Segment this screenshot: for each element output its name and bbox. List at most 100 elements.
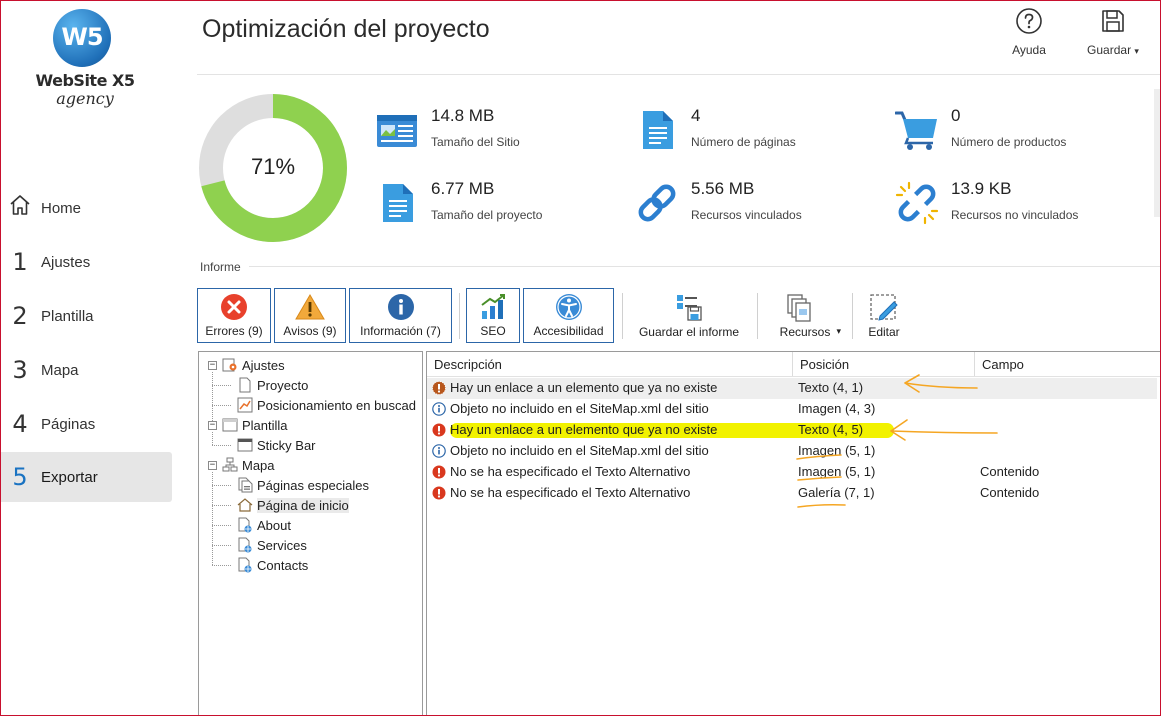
- toolbar-separator: [459, 293, 460, 339]
- tree-node-about[interactable]: About: [237, 515, 291, 535]
- warnings-filter-button[interactable]: Avisos (9): [274, 288, 346, 343]
- annotation-underline: [796, 454, 842, 460]
- sidebar-item-label: Exportar: [41, 468, 98, 486]
- sidebar-item-plantilla[interactable]: 2 Plantilla: [1, 291, 172, 341]
- tree-node-label: Ajustes: [242, 357, 285, 373]
- error-icon: [221, 294, 247, 320]
- save-label: Guardar ▾: [1087, 43, 1139, 57]
- tree-expander-plantilla[interactable]: −: [208, 421, 217, 430]
- broken-link-icon: [895, 181, 939, 225]
- accessibility-filter-button[interactable]: Accesibilidad: [523, 288, 614, 343]
- sidebar-item-mapa[interactable]: 3 Mapa: [1, 345, 172, 395]
- stat-value: 5.56 MB: [691, 179, 755, 198]
- tree-node-plantilla[interactable]: Plantilla: [222, 415, 288, 435]
- tree-expander-mapa[interactable]: −: [208, 461, 217, 470]
- chevron-down-icon[interactable]: ▾: [836, 326, 841, 337]
- tree-node-label: Mapa: [242, 457, 275, 473]
- tree-connector: [212, 372, 213, 425]
- edit-icon: [870, 294, 898, 321]
- tree-node-label: Services: [257, 537, 307, 553]
- page-title: Optimización del proyecto: [202, 15, 490, 43]
- logo-badge: W5: [53, 9, 111, 67]
- seo-filter-button[interactable]: SEO: [466, 288, 520, 343]
- sidebar: W5 WebSite X5 agency Home 1 Ajustes 2 Pl…: [1, 1, 191, 715]
- tree-node-sticky-bar[interactable]: Sticky Bar: [237, 435, 316, 455]
- step-number: 4: [12, 410, 28, 438]
- save-report-button[interactable]: Guardar el informe: [633, 290, 745, 343]
- step-number: 5: [12, 463, 28, 491]
- sidebar-item-label: Ajustes: [41, 253, 91, 271]
- report-section-divider: [249, 266, 1160, 267]
- special-pages-node-icon: [238, 477, 253, 493]
- settings-node-icon: [222, 358, 237, 372]
- stat-caption: Tamaño del proyecto: [431, 208, 543, 222]
- stat-caption: Recursos no vinculados: [951, 208, 1079, 222]
- sidebar-item-paginas[interactable]: 4 Páginas: [1, 399, 172, 449]
- sidebar-item-ajustes[interactable]: 1 Ajustes: [1, 237, 172, 287]
- sidebar-item-exportar[interactable]: 5 Exportar: [1, 452, 172, 502]
- tree-connector: [212, 485, 231, 486]
- chevron-down-icon: ▾: [1134, 46, 1139, 56]
- seo-filter-label: SEO: [480, 324, 506, 338]
- errors-filter-label: Errores (9): [205, 324, 263, 338]
- document-node-icon: [239, 377, 251, 393]
- tree-connector: [212, 525, 231, 526]
- tree-node-proyecto[interactable]: Proyecto: [237, 375, 308, 395]
- stat-value: 6.77 MB: [431, 179, 495, 198]
- sidebar-item-label: Mapa: [41, 361, 79, 379]
- project-file-icon: [383, 184, 413, 222]
- logo-mark: W5: [61, 23, 103, 51]
- accessibility-filter-label: Accesibilidad: [533, 324, 604, 338]
- edit-label: Editar: [868, 325, 900, 339]
- sidebar-item-home[interactable]: Home: [1, 183, 172, 233]
- report-section-label: Informe: [200, 260, 241, 274]
- tree-node-pagina-de-inicio[interactable]: Página de inicio: [237, 495, 349, 515]
- tree-node-posicionamiento[interactable]: Posicionamiento en buscad: [237, 395, 416, 415]
- save-report-label: Guardar el informe: [638, 325, 740, 339]
- sidebar-item-label: Páginas: [41, 415, 96, 433]
- tree-connector: [212, 385, 231, 386]
- tree-connector: [212, 432, 213, 445]
- tree-node-label: About: [257, 517, 291, 533]
- pages-icon: [643, 111, 673, 149]
- tree-node-contacts[interactable]: Contacts: [237, 555, 308, 575]
- tree-connector: [212, 445, 231, 446]
- toolbar-separator: [622, 293, 623, 339]
- save-button[interactable]: Guardar ▾: [1081, 7, 1145, 57]
- step-number: 3: [12, 356, 28, 384]
- step-number: 2: [12, 302, 28, 330]
- stat-value: 0: [951, 106, 961, 125]
- sidebar-item-label: Plantilla: [41, 307, 94, 325]
- tree-node-services[interactable]: Services: [237, 535, 307, 555]
- help-button[interactable]: Ayuda: [997, 7, 1061, 57]
- save-icon: [1102, 10, 1124, 32]
- step-number: 1: [12, 248, 28, 276]
- tree-node-label: Proyecto: [257, 377, 309, 393]
- sidebar-item-label: Home: [41, 199, 82, 217]
- toolbar-separator: [852, 293, 853, 339]
- save-report-icon: [677, 295, 702, 321]
- report-tree[interactable]: − Ajustes Proyecto Posicionamiento en bu…: [198, 351, 423, 715]
- resources-button[interactable]: Recursos ▾: [765, 290, 845, 343]
- stat-value: 13.9 KB: [951, 179, 1012, 198]
- errors-filter-button[interactable]: Errores (9): [197, 288, 271, 343]
- edit-button[interactable]: Editar: [859, 290, 909, 343]
- tree-node-paginas-especiales[interactable]: Páginas especiales: [237, 475, 369, 495]
- site-size-icon: [377, 115, 417, 147]
- stat-value: 14.8 MB: [431, 106, 495, 125]
- report-table[interactable]: Descripción Posición Campo Hay un enlace…: [426, 351, 1160, 715]
- optimization-score: 71%: [250, 154, 296, 179]
- link-icon: [638, 184, 676, 222]
- stat-value: 4: [691, 106, 701, 125]
- home-icon: [5, 193, 35, 223]
- stats-scrollbar[interactable]: [1154, 89, 1160, 217]
- tree-node-mapa[interactable]: Mapa: [222, 455, 275, 475]
- resources-icon: [787, 294, 811, 322]
- accessibility-icon: [555, 294, 582, 320]
- help-icon: [1016, 8, 1042, 34]
- tree-expander-ajustes[interactable]: −: [208, 361, 217, 370]
- info-filter-button[interactable]: Información (7): [349, 288, 452, 343]
- warnings-filter-label: Avisos (9): [283, 324, 337, 338]
- tree-node-label: Páginas especiales: [257, 477, 370, 493]
- tree-node-ajustes[interactable]: Ajustes: [222, 355, 285, 375]
